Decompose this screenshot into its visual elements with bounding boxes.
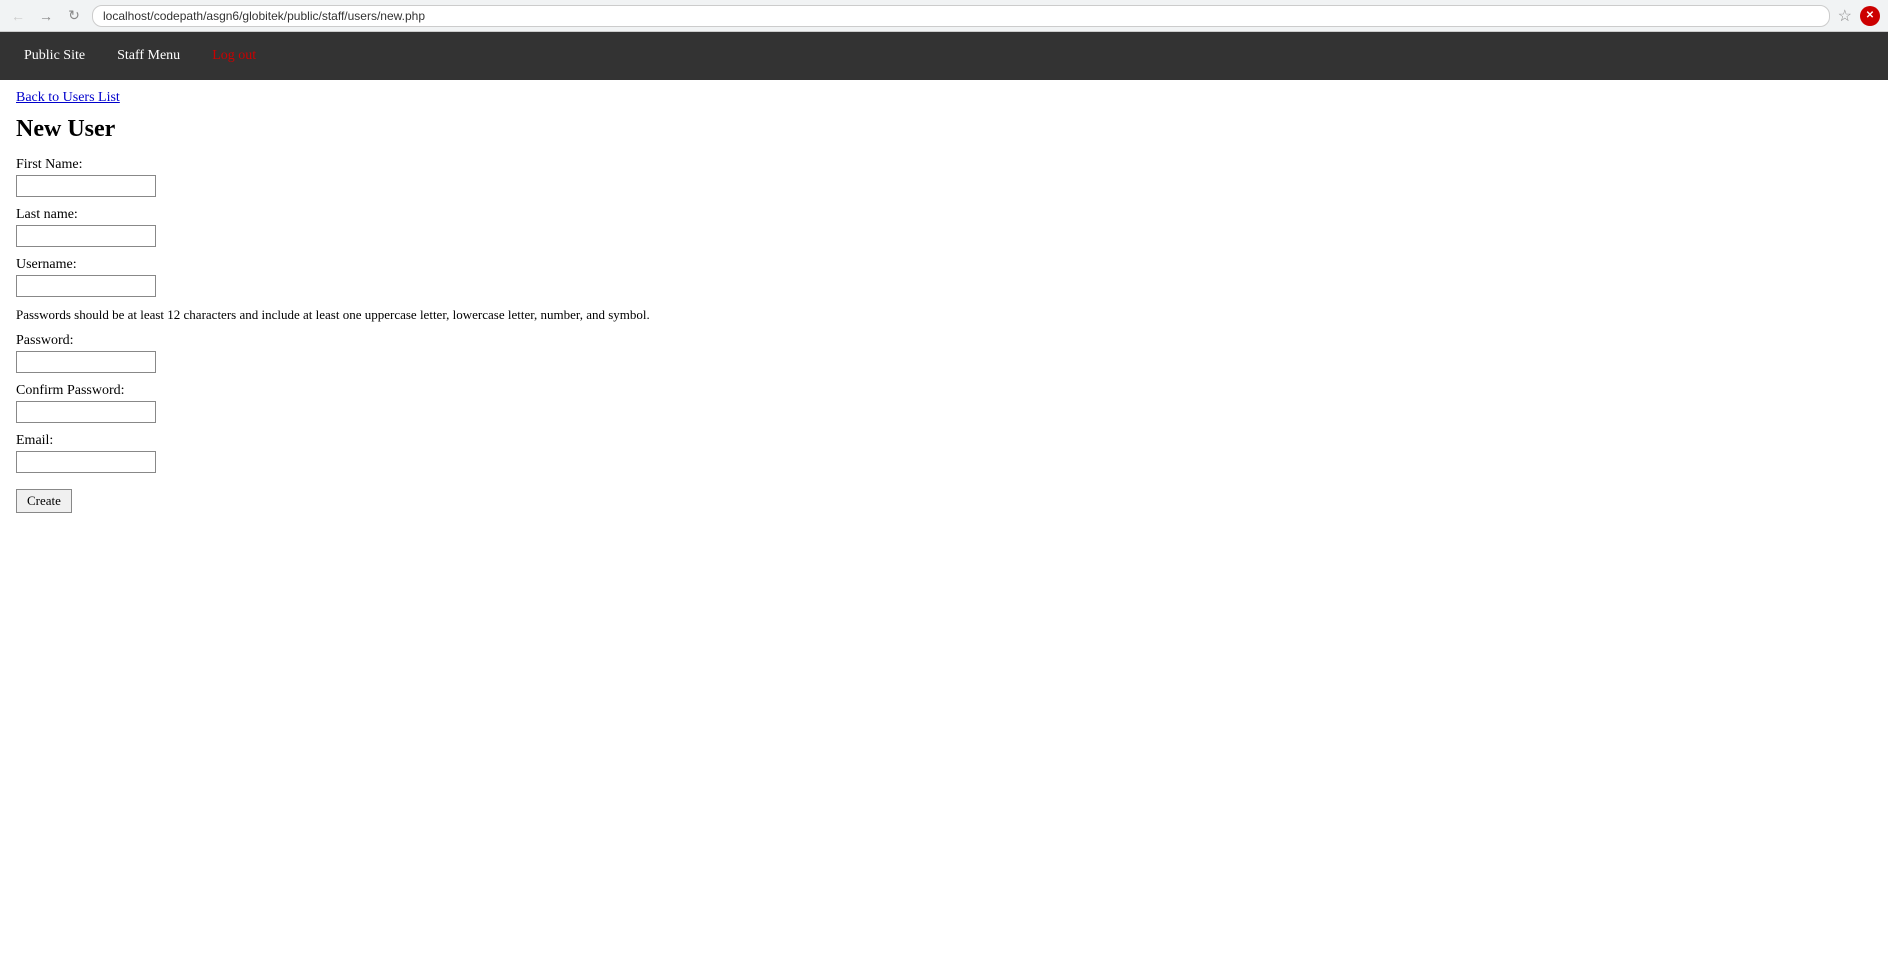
confirm-password-label: Confirm Password:: [16, 383, 1872, 399]
username-label: Username:: [16, 257, 1872, 273]
address-bar[interactable]: [92, 5, 1830, 27]
password-label: Password:: [16, 333, 1872, 349]
browser-chrome: ← → ↻ ☆ ✕: [0, 0, 1888, 32]
last-name-label: Last name:: [16, 207, 1872, 223]
forward-button[interactable]: →: [36, 6, 56, 26]
email-label: Email:: [16, 433, 1872, 449]
public-site-link[interactable]: Public Site: [8, 34, 101, 78]
confirm-password-input[interactable]: [16, 401, 156, 423]
new-user-form: First Name: Last name: Username: Passwor…: [16, 157, 1872, 513]
stop-button[interactable]: ✕: [1860, 6, 1880, 26]
first-name-label: First Name:: [16, 157, 1872, 173]
first-name-input[interactable]: [16, 175, 156, 197]
password-hint: Passwords should be at least 12 characte…: [16, 307, 1872, 323]
username-input[interactable]: [16, 275, 156, 297]
last-name-input[interactable]: [16, 225, 156, 247]
navbar: Public Site Staff Menu Log out: [0, 32, 1888, 80]
page-content: Back to Users List New User First Name: …: [0, 80, 1888, 523]
password-input[interactable]: [16, 351, 156, 373]
bookmark-icon: ☆: [1838, 6, 1852, 26]
page-title: New User: [16, 116, 1872, 143]
reload-button[interactable]: ↻: [64, 6, 84, 26]
logout-link[interactable]: Log out: [196, 34, 272, 78]
email-input[interactable]: [16, 451, 156, 473]
staff-menu-link[interactable]: Staff Menu: [101, 34, 196, 78]
create-button[interactable]: Create: [16, 489, 72, 513]
back-to-users-link[interactable]: Back to Users List: [16, 90, 120, 106]
back-button[interactable]: ←: [8, 6, 28, 26]
